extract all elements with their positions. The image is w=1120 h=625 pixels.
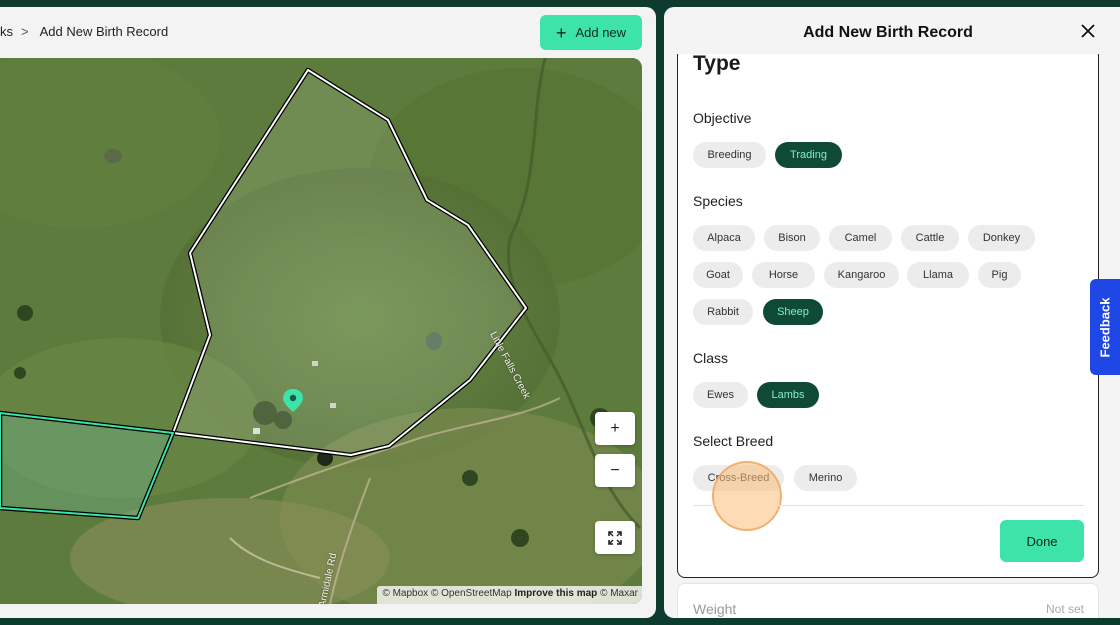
fullscreen-button[interactable] [595, 521, 635, 554]
weight-label: Weight [693, 601, 737, 617]
species-chip-sheep[interactable]: Sheep [763, 299, 823, 325]
close-icon [1081, 24, 1095, 38]
species-chip-cattle[interactable]: Cattle [901, 225, 959, 251]
species-chip-alpaca[interactable]: Alpaca [693, 225, 755, 251]
close-button[interactable] [1078, 21, 1098, 41]
divider [693, 505, 1084, 506]
breed-label: Select Breed [693, 433, 774, 449]
satellite-map[interactable]: Little Falls Creek Armidale Rd + − © Map… [0, 58, 642, 604]
breadcrumb-prev-link[interactable]: ks [0, 24, 13, 39]
chevron-right-icon: > [21, 24, 29, 39]
section-title: Type [693, 54, 741, 75]
feedback-tab[interactable]: Feedback [1090, 279, 1120, 375]
objective-chip-breeding[interactable]: Breeding [693, 142, 766, 168]
minus-icon: − [610, 461, 620, 479]
class-chip-ewes[interactable]: Ewes [693, 382, 748, 408]
zoom-in-button[interactable]: + [595, 412, 635, 445]
fullscreen-icon [608, 530, 622, 545]
map-attribution: © Mapbox © OpenStreetMap Improve this ma… [377, 586, 642, 604]
add-new-label: Add new [575, 25, 627, 40]
class-label: Class [693, 350, 729, 366]
breed-chip-cross-breed[interactable]: Cross-Breed [693, 465, 784, 491]
species-chip-rabbit[interactable]: Rabbit [693, 299, 753, 325]
species-chip-donkey[interactable]: Donkey [968, 225, 1035, 251]
map-imagery [0, 58, 642, 604]
birth-record-drawer: Add New Birth Record Type Objective Bree… [664, 7, 1120, 618]
species-chip-kangaroo[interactable]: Kangaroo [824, 262, 899, 288]
plus-icon: + [555, 22, 567, 43]
species-chip-bison[interactable]: Bison [764, 225, 820, 251]
plus-icon: + [610, 419, 620, 437]
top-bar: ks > Add New Birth Record + Add new [0, 7, 656, 57]
zoom-out-button[interactable]: − [595, 454, 635, 487]
type-card: Type Objective Breeding Trading Species … [677, 54, 1099, 578]
breadcrumb-current: Add New Birth Record [39, 24, 169, 39]
class-chip-lambs[interactable]: Lambs [757, 382, 819, 408]
species-label: Species [693, 193, 743, 209]
weight-field[interactable]: Weight Not set [677, 583, 1099, 618]
improve-map-link[interactable]: Improve this map [514, 588, 597, 599]
done-button[interactable]: Done [1000, 520, 1084, 562]
weight-value: Not set [1045, 602, 1084, 616]
objective-chip-trading[interactable]: Trading [775, 142, 842, 168]
feedback-label: Feedback [1097, 297, 1113, 357]
species-chip-llama[interactable]: Llama [907, 262, 969, 288]
panel-title: Add New Birth Record [803, 24, 973, 41]
species-chip-camel[interactable]: Camel [829, 225, 892, 251]
species-chip-goat[interactable]: Goat [693, 262, 743, 288]
add-new-button[interactable]: + Add new [540, 15, 642, 50]
breadcrumb: ks > Add New Birth Record [0, 24, 168, 39]
objective-label: Objective [693, 110, 752, 126]
breed-chip-merino[interactable]: Merino [794, 465, 857, 491]
species-chip-horse[interactable]: Horse [752, 262, 815, 288]
main-panel: ks > Add New Birth Record + Add new Litt… [0, 7, 656, 618]
species-chip-pig[interactable]: Pig [978, 262, 1021, 288]
